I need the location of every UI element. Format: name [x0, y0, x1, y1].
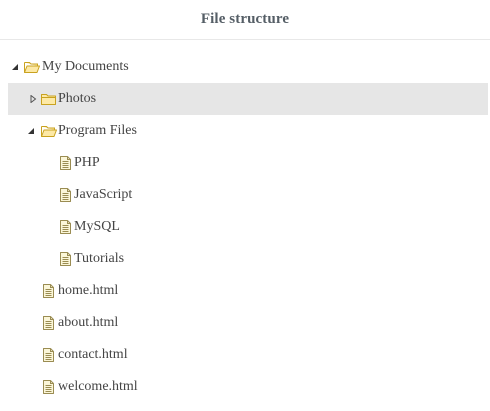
tree-node-javascript[interactable]: JavaScript [8, 179, 488, 211]
panel-title: File structure [200, 11, 290, 27]
tree-node-my-documents[interactable]: My Documents [8, 51, 488, 83]
tree-node-tutorials[interactable]: Tutorials [8, 243, 488, 275]
file-icon [57, 155, 74, 171]
tree-node-label: about.html [58, 315, 119, 330]
tree-node-label: home.html [58, 283, 119, 298]
tree-node-label: welcome.html [58, 379, 138, 394]
panel-header: File structure [0, 0, 490, 40]
file-icon [57, 251, 74, 267]
tree-node-label: PHP [74, 155, 100, 170]
tree-node-label: MySQL [74, 219, 120, 234]
tree-node-label: Program Files [58, 123, 137, 138]
file-icon [57, 219, 74, 235]
file-icon [40, 379, 57, 395]
file-icon [57, 187, 74, 203]
collapsed-triangle-icon[interactable] [28, 94, 38, 104]
tree-node-welcome-html[interactable]: welcome.html [8, 371, 488, 403]
folder-open-icon [40, 123, 57, 139]
file-icon [40, 347, 57, 363]
tree-node-home-html[interactable]: home.html [8, 275, 488, 307]
expanded-triangle-icon[interactable] [26, 126, 36, 136]
tree-node-contact-html[interactable]: contact.html [8, 339, 488, 371]
folder-icon [40, 91, 57, 107]
expanded-triangle-icon[interactable] [10, 62, 20, 72]
tree-node-program-files[interactable]: Program Files [8, 115, 488, 147]
folder-open-icon [23, 59, 40, 75]
tree-node-label: contact.html [58, 347, 128, 362]
tree-node-php[interactable]: PHP [8, 147, 488, 179]
tree-node-label: Tutorials [74, 251, 125, 266]
tree-node-label: My Documents [42, 59, 129, 74]
tree-node-about-html[interactable]: about.html [8, 307, 488, 339]
file-icon [40, 315, 57, 331]
file-structure-panel: File structure My Documents Photos Progr… [0, 0, 490, 411]
file-icon [40, 283, 57, 299]
file-tree: My Documents Photos Program Files PHP Ja… [0, 51, 490, 403]
tree-node-mysql[interactable]: MySQL [8, 211, 488, 243]
tree-node-photos[interactable]: Photos [8, 83, 488, 115]
tree-node-label: Photos [58, 91, 97, 106]
tree-node-label: JavaScript [74, 187, 133, 202]
